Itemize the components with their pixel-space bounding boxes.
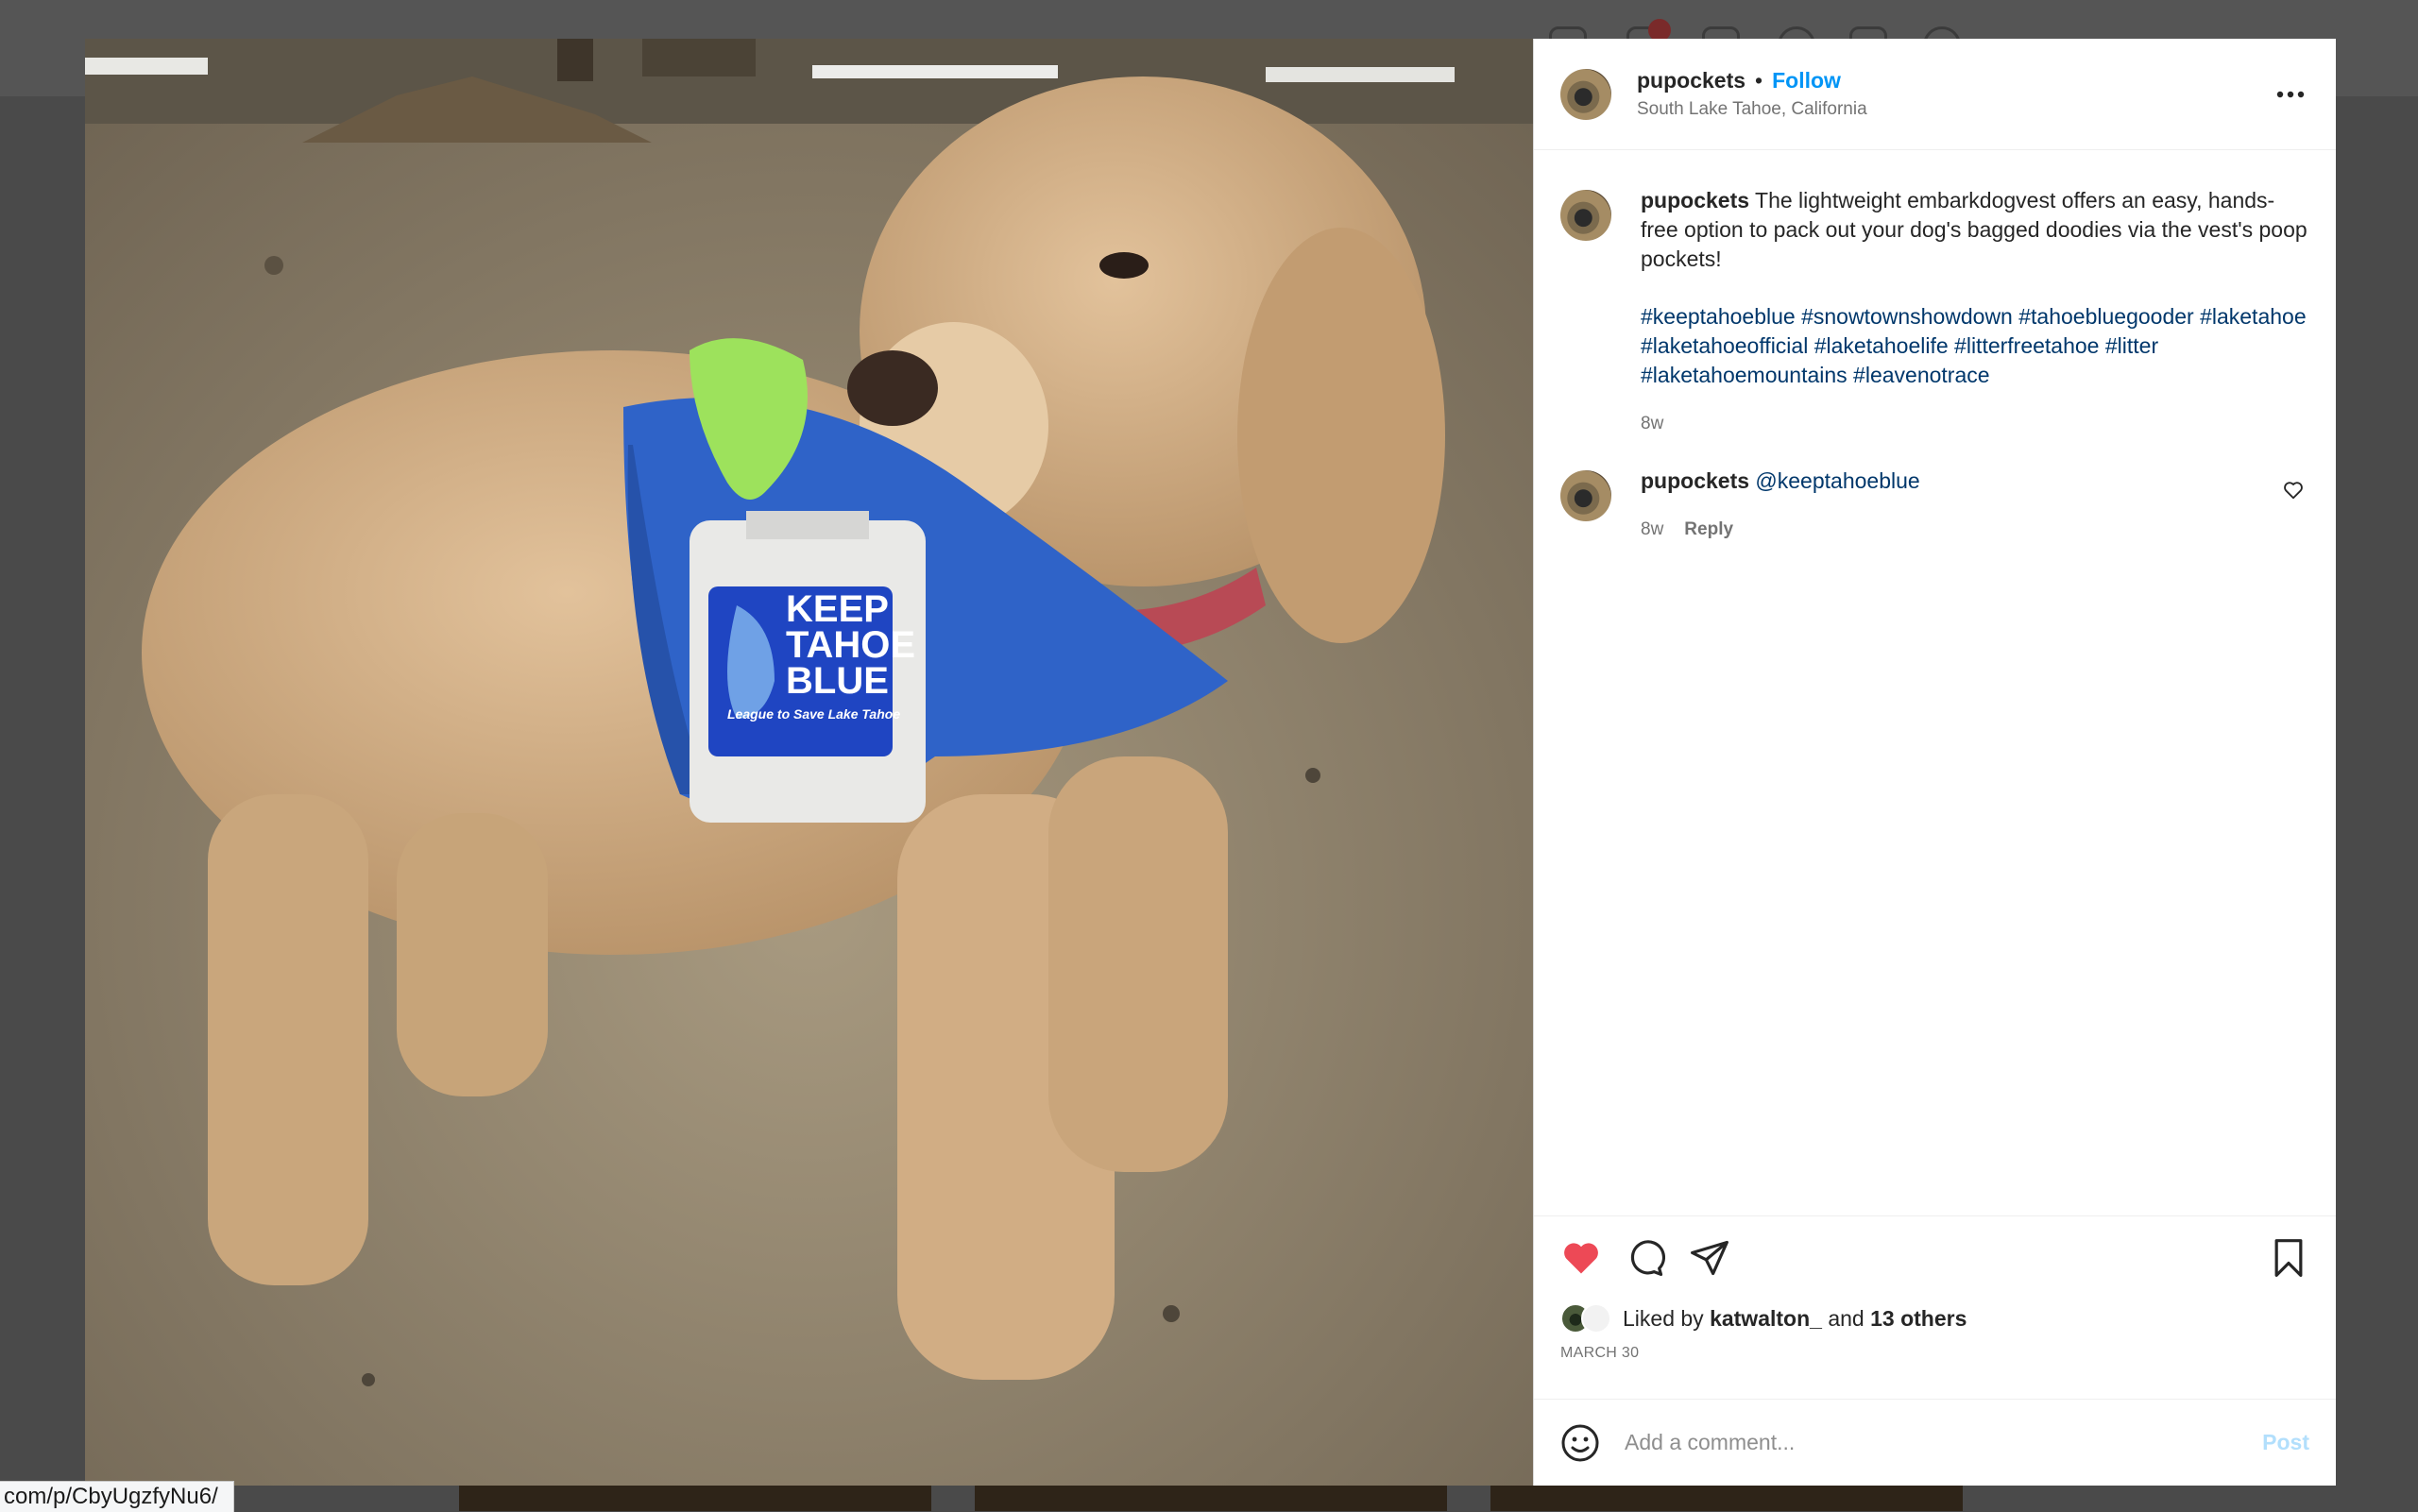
- comments-section: pupockets The lightweight embarkdogvest …: [1534, 150, 2336, 1215]
- post-modal: KEEP TAHOE BLUE League to Save Lake Taho…: [85, 39, 2336, 1486]
- likes-prefix: Liked by: [1623, 1305, 1704, 1331]
- post-comment-button[interactable]: Post: [2262, 1430, 2309, 1455]
- bookmark-icon[interactable]: [2268, 1237, 2309, 1279]
- comment-age: 8w: [1641, 519, 1664, 539]
- caption: pupockets The lightweight embarkdogvest …: [1560, 186, 2309, 438]
- comment-avatar[interactable]: [1560, 470, 1611, 521]
- more-options-button[interactable]: [2273, 80, 2307, 109]
- separator-dot: •: [1755, 68, 1763, 93]
- caption-username[interactable]: pupockets: [1641, 188, 1749, 212]
- caption-age: 8w: [1641, 414, 1664, 433]
- patch-line-3: BLUE: [786, 660, 889, 702]
- post-photo[interactable]: KEEP TAHOE BLUE League to Save Lake Taho…: [85, 39, 1533, 1486]
- post-actions: Liked by katwalton_ and 13 others MARCH …: [1534, 1215, 2336, 1399]
- more-icon: [2276, 91, 2305, 98]
- likes-user[interactable]: katwalton_: [1710, 1306, 1822, 1331]
- likes-others[interactable]: 13 others: [1870, 1306, 1967, 1331]
- comment-username[interactable]: pupockets: [1641, 468, 1749, 493]
- caption-text-block: pupockets The lightweight embarkdogvest …: [1641, 186, 2309, 274]
- liker-avatar[interactable]: [1581, 1303, 1611, 1334]
- background-thumbnail: [975, 1485, 1447, 1511]
- comment-item: pupockets @keeptahoeblue 8w Reply: [1560, 467, 2309, 544]
- emoji-icon[interactable]: [1560, 1423, 1600, 1463]
- status-bar-url: com/p/CbyUgzfyNu6/: [0, 1481, 234, 1512]
- patch-line-2: TAHOE: [786, 624, 916, 666]
- author-avatar[interactable]: [1560, 68, 1611, 120]
- dog-photo-illustration: [85, 39, 1533, 1486]
- post-location[interactable]: South Lake Tahoe, California: [1637, 99, 1867, 120]
- post-header: pupockets • Follow South Lake Tahoe, Cal…: [1534, 39, 2336, 150]
- background-thumbnail: [459, 1485, 931, 1511]
- heart-icon[interactable]: [1560, 1237, 1602, 1279]
- comment-mention[interactable]: @keeptahoeblue: [1755, 468, 1919, 493]
- likes-summary: Liked by katwalton_ and 13 others: [1560, 1303, 2309, 1334]
- caption-hashtags[interactable]: #keeptahoeblue #snowtownshowdown #tahoeb…: [1641, 302, 2309, 390]
- share-icon[interactable]: [1689, 1237, 1730, 1279]
- heart-outline-icon[interactable]: [2283, 480, 2304, 501]
- follow-button[interactable]: Follow: [1772, 68, 1841, 93]
- add-comment-bar: Post: [1534, 1399, 2336, 1486]
- author-username[interactable]: pupockets: [1637, 68, 1745, 93]
- post-date[interactable]: MARCH 30: [1560, 1345, 2309, 1362]
- comment-input[interactable]: [1623, 1429, 2263, 1456]
- caption-avatar[interactable]: [1560, 190, 1611, 241]
- likes-middle: and: [1828, 1305, 1865, 1331]
- reply-button[interactable]: Reply: [1684, 519, 1733, 539]
- comment-icon[interactable]: [1625, 1237, 1666, 1279]
- patch-line-1: KEEP: [786, 588, 889, 630]
- vest-patch: KEEP TAHOE BLUE League to Save Lake Taho…: [699, 588, 916, 722]
- background-thumbnail: [1490, 1485, 1963, 1511]
- post-side-panel: pupockets • Follow South Lake Tahoe, Cal…: [1533, 39, 2336, 1486]
- patch-tagline: League to Save Lake Tahoe: [727, 706, 901, 722]
